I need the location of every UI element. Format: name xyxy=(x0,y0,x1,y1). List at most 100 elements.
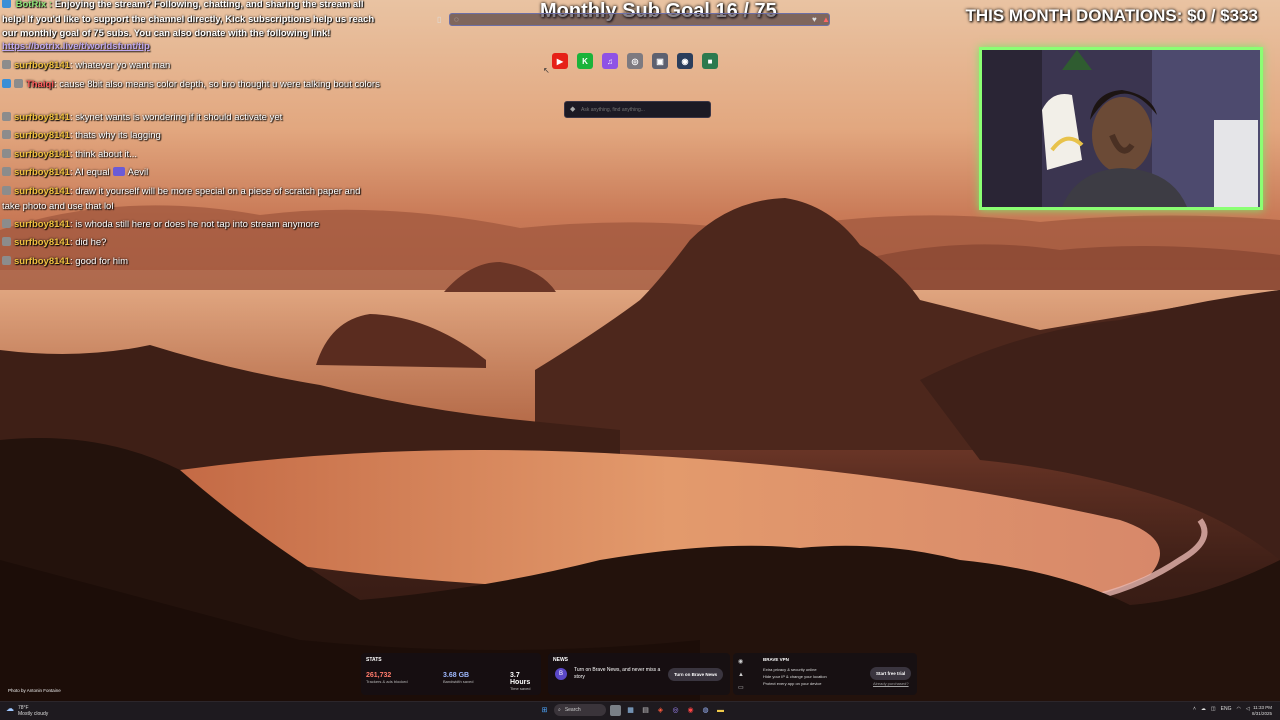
file-explorer-icon[interactable]: ▤ xyxy=(640,705,651,716)
browser-address-bar[interactable]: ◌ ♥ ▲ xyxy=(449,13,830,26)
webcam-feed xyxy=(979,47,1263,210)
chat-message: surfboy8141: thats why its lagging xyxy=(2,128,380,143)
emote-icon xyxy=(112,167,125,176)
steam-taskbar-icon[interactable]: ◍ xyxy=(700,705,711,716)
vpn-side-icons: ◉ ▲ ▭ xyxy=(738,656,744,695)
mouse-cursor-icon: ↖ xyxy=(543,66,550,75)
bot-username[interactable]: BotRix : xyxy=(16,0,52,10)
brave-icon: ◆ xyxy=(570,106,576,113)
user-badge-icon xyxy=(2,79,11,88)
language-indicator[interactable]: ENG xyxy=(1221,706,1232,712)
search-input[interactable] xyxy=(581,105,706,115)
taskbar-clock[interactable]: 11:33 PM 8/31/2025 xyxy=(1252,705,1272,717)
chat-username[interactable]: surfboy8141 xyxy=(14,186,70,197)
stats-widget: STATS 261,732 Trackers & ads blocked 3.6… xyxy=(361,653,541,695)
photo-credit[interactable]: Photo by Antonin Fontaine xyxy=(8,688,61,693)
webcam-image xyxy=(982,50,1260,207)
chat-username[interactable]: surfboy8141 xyxy=(14,237,70,248)
chat-message: surfboy8141: think about it... xyxy=(2,147,380,162)
brave-news-icon: B xyxy=(555,668,567,680)
user-badge-icon xyxy=(2,60,11,69)
search-icon: ⌕ xyxy=(558,707,561,713)
chat-message: surfboy8141: draw it yourself will be mo… xyxy=(2,184,380,214)
bot-badge-icon xyxy=(2,0,11,8)
chat-message: surfboy8141: did he? xyxy=(2,235,380,250)
user-badge-icon xyxy=(2,167,11,176)
emote-label: Aevil xyxy=(127,167,149,178)
chat-username[interactable]: surfboy8141 xyxy=(14,112,70,123)
vpn-feature: Extra privacy & security online xyxy=(763,667,817,672)
stat-value: 3.7 Hours xyxy=(510,672,531,686)
chat-username[interactable]: surfboy8141 xyxy=(14,149,70,160)
user-badge-icon xyxy=(2,186,11,195)
already-purchased-link[interactable]: Already purchased? xyxy=(873,681,909,686)
warning-icon[interactable]: ▲ xyxy=(822,15,830,24)
vpn-widget: ◉ ▲ ▭ BRAVE VPN Extra privacy & security… xyxy=(733,653,917,695)
task-view-icon[interactable] xyxy=(610,704,621,716)
turn-on-news-button[interactable]: Turn on Brave News xyxy=(668,668,724,681)
vpn-features: Extra privacy & security online Hide you… xyxy=(763,666,827,687)
widgets-icon[interactable]: ▦ xyxy=(625,705,636,716)
location-icon[interactable]: ◉ xyxy=(738,656,744,669)
vpn-heading: BRAVE VPN xyxy=(763,657,789,662)
user-badge-icon xyxy=(2,219,11,228)
chat-username[interactable]: surfboy8141 xyxy=(14,60,70,71)
vpn-feature: Protect every app on your device xyxy=(763,681,822,686)
cloud-sync-icon[interactable]: ☁ xyxy=(1201,706,1206,712)
chat-text: : is whoda still here or does he not tap… xyxy=(69,219,320,230)
chat-username[interactable]: surfboy8141 xyxy=(14,256,70,267)
stat-label: Time saved xyxy=(510,686,531,691)
chat-text: : cause 8bit also means color depth, so … xyxy=(53,79,380,90)
tray-app-icon[interactable]: ◫ xyxy=(1211,706,1216,712)
chat-username[interactable]: surfboy8141 xyxy=(14,219,70,230)
taskbar: ☁ 78°F Mostly cloudy ⊞ ⌕ Search ▦ ▤ ◈ ◎ … xyxy=(0,701,1280,720)
windows-start-icon[interactable]: ⊞ xyxy=(539,705,550,716)
donations-counter: THIS MONTH DONATIONS: $0 / $333 xyxy=(965,6,1258,25)
photo-site-icon[interactable]: ▣ xyxy=(652,53,668,69)
brave-browser-icon[interactable]: ◈ xyxy=(655,705,666,716)
discord-icon[interactable]: ◎ xyxy=(670,705,681,716)
news-body: Turn on Brave News, and never miss a sto… xyxy=(574,667,661,680)
weather-desc: Mostly cloudy xyxy=(18,711,49,717)
vpn-feature: Hide your IP & change your location xyxy=(763,674,827,679)
user-badge-icon xyxy=(2,112,11,121)
steam-icon[interactable]: ◉ xyxy=(677,53,693,69)
chat-text: : did he? xyxy=(69,237,107,248)
kick-icon[interactable]: K xyxy=(577,53,593,69)
chat-text: : good for him xyxy=(69,256,129,267)
browser-tab-icon[interactable]: ▯ xyxy=(437,15,441,24)
bot-donation-link[interactable]: https://botrix.live/t/worldsfunt/tip xyxy=(2,41,150,52)
bot-message-text: Enjoying the stream? Following, chatting… xyxy=(2,0,375,39)
news-heading: NEWS xyxy=(553,657,568,663)
heart-icon[interactable]: ♥ xyxy=(812,15,817,24)
start-trial-button[interactable]: Start free trial xyxy=(870,667,912,680)
stat-time: 3.7 Hours Time saved xyxy=(510,672,541,691)
volume-icon[interactable]: ◁ xyxy=(1246,706,1250,712)
user-badge-icon xyxy=(2,237,11,246)
chat-username[interactable]: surfboy8141 xyxy=(14,130,70,141)
twitch-icon[interactable]: ♫ xyxy=(602,53,618,69)
chat-text: : skynet wants is wondering if it should… xyxy=(69,112,283,123)
cloud-icon: ☁ xyxy=(6,704,14,713)
taskbar-apps: ⊞ ⌕ Search ▦ ▤ ◈ ◎ ◉ ◍ ▬ xyxy=(539,704,726,716)
chat-username[interactable]: surfboy8141 xyxy=(14,167,70,178)
system-tray: ˄ ☁ ◫ ENG ◠ ◁ xyxy=(1193,706,1250,712)
chat-text: : think about it... xyxy=(69,149,138,160)
obs-icon[interactable]: ◉ xyxy=(685,705,696,716)
toggle-icon[interactable]: ▭ xyxy=(738,682,744,695)
chat-message: surfboy8141: AI equal Aevil xyxy=(2,165,380,180)
app-icon[interactable]: ■ xyxy=(702,53,718,69)
chat-username[interactable]: Thaiqi xyxy=(26,79,54,90)
chevron-up-icon[interactable]: ˄ xyxy=(1193,706,1196,712)
stats-heading: STATS xyxy=(366,657,382,663)
news-widget: NEWS B Turn on Brave News, and never mis… xyxy=(548,653,730,695)
wifi-icon[interactable]: ◠ xyxy=(1237,706,1241,712)
chat-text: : whatever yo want man xyxy=(69,60,171,71)
chevron-up-icon[interactable]: ▲ xyxy=(738,669,744,682)
folder-icon[interactable]: ▬ xyxy=(715,705,726,716)
youtube-icon[interactable]: ▶ xyxy=(552,53,568,69)
browser-search-box[interactable]: ◆ xyxy=(564,101,711,118)
chatgpt-icon[interactable]: ◎ xyxy=(627,53,643,69)
weather-widget[interactable]: ☁ 78°F Mostly cloudy xyxy=(6,704,49,718)
taskbar-search[interactable]: ⌕ Search xyxy=(554,704,606,716)
